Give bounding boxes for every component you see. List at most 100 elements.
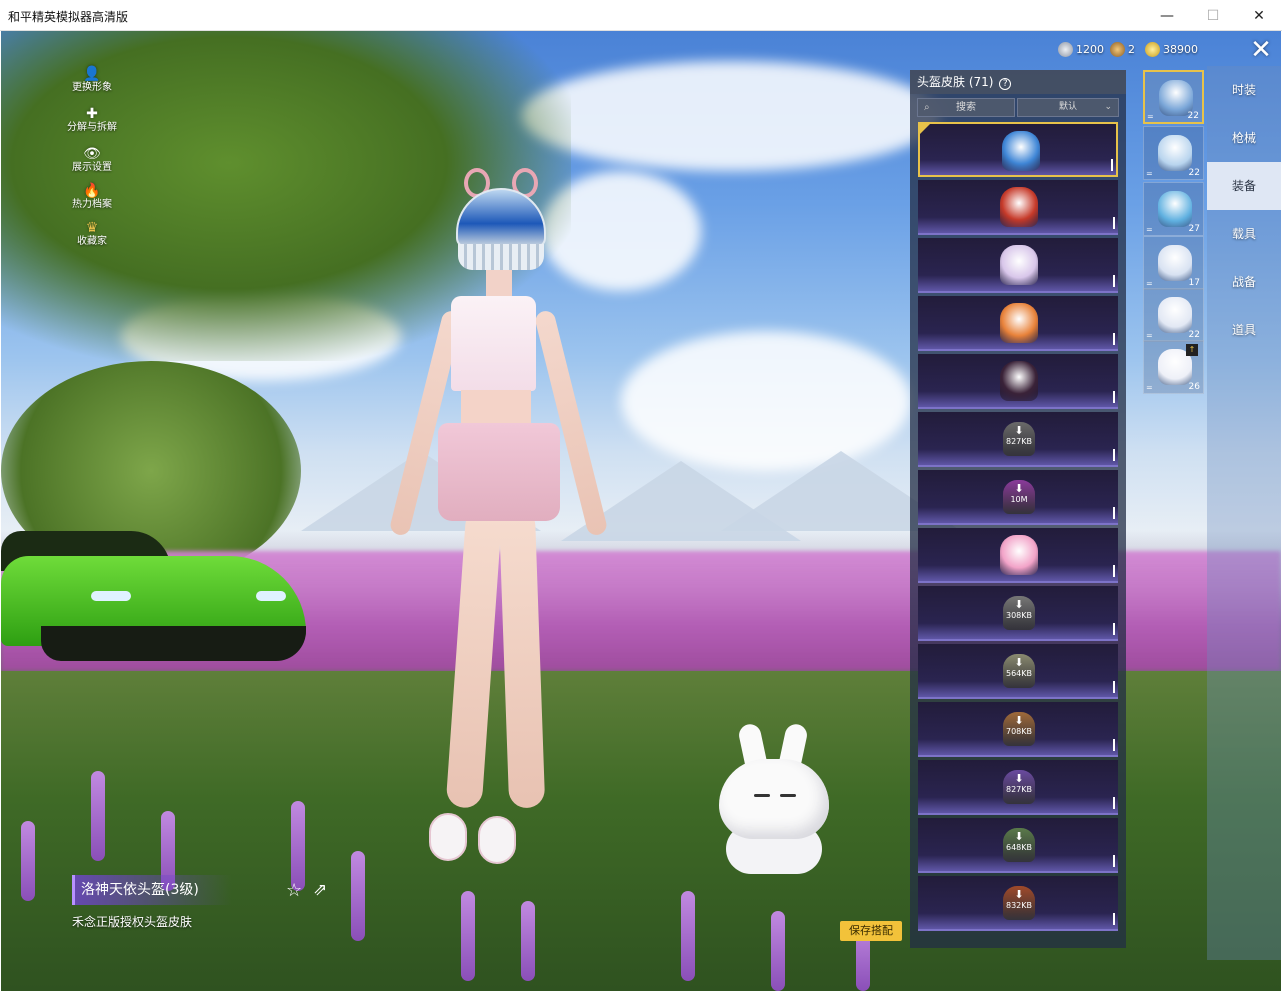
tab-category[interactable]: 载具	[1207, 210, 1281, 258]
equip-slot-bunny-pack-3[interactable]: = 26 ↑	[1143, 340, 1204, 394]
skin-card[interactable]: ⬇ 827KB	[918, 412, 1118, 467]
panel-header: 头盔皮肤 (71) ?	[910, 70, 1126, 94]
equip-count: 22	[1188, 330, 1200, 340]
side-item-label: 分解与拆解	[67, 122, 117, 133]
equip-count: 27	[1188, 224, 1200, 234]
skin-card[interactable]	[918, 238, 1118, 293]
lavender-flower	[21, 821, 35, 901]
gold-coin-icon	[1145, 41, 1160, 57]
equipped-marker-icon: =	[1146, 331, 1153, 340]
tab-category[interactable]: 装备	[1207, 162, 1281, 210]
search-input[interactable]: ⌕ 搜索	[917, 98, 1015, 117]
panel-title: 头盔皮肤 (71)	[917, 75, 994, 89]
card-scroll-marker	[1113, 565, 1115, 577]
item-description: 禾念正版授权头盔皮肤	[72, 915, 193, 929]
skin-card[interactable]: ⬇ 308KB	[918, 586, 1118, 641]
skin-card[interactable]: ⬇ 708KB	[918, 702, 1118, 757]
equip-slot-bunny-pack-2[interactable]: = 22	[1143, 288, 1204, 342]
side-item-decompose[interactable]: ✚ 分解与拆解	[60, 106, 124, 140]
skin-card[interactable]	[918, 180, 1118, 235]
bunny-pet[interactable]	[714, 722, 834, 874]
equip-slot-backpack[interactable]: = 22	[1143, 70, 1204, 124]
help-icon[interactable]: ?	[999, 78, 1012, 90]
equip-thumb	[1158, 135, 1192, 171]
download-icon: ⬇	[1014, 424, 1024, 437]
window-titlebar: 和平精英模拟器高清版 — ☐ ✕	[0, 0, 1282, 31]
helmet-skin-thumb	[1000, 361, 1038, 401]
tab-category[interactable]: 时装	[1207, 66, 1281, 114]
close-icon[interactable]: ✕	[1246, 36, 1276, 66]
currency-gold[interactable]: 38900	[1145, 40, 1198, 58]
silver-coin-icon	[1058, 41, 1073, 57]
side-item-collector[interactable]: ♛ 收藏家	[60, 220, 124, 254]
share-icon[interactable]: ⇗	[313, 880, 327, 900]
side-item-label: 更换形象	[72, 82, 112, 93]
card-scroll-marker	[1113, 391, 1115, 403]
currency-value: 2	[1128, 42, 1135, 56]
lavender-flower	[91, 771, 105, 861]
side-item-heat-archive[interactable]: 🔥 热力档案	[60, 183, 124, 217]
equip-slot-helmet[interactable]: = 27	[1143, 182, 1204, 236]
download-skin-thumb: ⬇ 648KB	[1003, 828, 1035, 862]
equip-count: 26	[1188, 382, 1200, 392]
equip-count: 17	[1188, 278, 1200, 288]
equipped-marker-icon: =	[1146, 383, 1153, 392]
download-skin-thumb: ⬇ 308KB	[1003, 596, 1035, 630]
currency-token[interactable]: 2	[1110, 40, 1135, 58]
card-scroll-marker	[1113, 333, 1115, 345]
sort-dropdown[interactable]: 默认 ⌄	[1017, 98, 1119, 117]
window-close-button[interactable]: ✕	[1236, 0, 1282, 31]
equip-slot-helmet-cap[interactable]: = 22	[1143, 126, 1204, 180]
equip-slot-bunny-pack[interactable]: = 17	[1143, 236, 1204, 290]
currency-silver[interactable]: 1200	[1058, 40, 1104, 58]
chevron-down-icon: ⌄	[1104, 102, 1112, 112]
skin-card[interactable]	[918, 354, 1118, 409]
category-tabs: 时装 枪械 装备 载具 战备 道具	[1207, 66, 1281, 960]
favorite-star-icon[interactable]: ☆	[286, 880, 302, 901]
skin-card[interactable]	[918, 296, 1118, 351]
side-item-change-look[interactable]: 👤 更换形象	[60, 66, 124, 100]
card-scroll-marker	[1113, 623, 1115, 635]
equip-thumb	[1158, 245, 1192, 281]
download-skin-thumb: ⬇ 832KB	[1003, 886, 1035, 920]
card-scroll-marker	[1111, 159, 1113, 171]
download-icon: ⬇	[1014, 482, 1024, 495]
skin-card[interactable]: ⬇ 832KB	[918, 876, 1118, 931]
person-icon: 👤	[83, 66, 101, 82]
skin-card[interactable]	[918, 122, 1118, 177]
skin-card[interactable]: ⬇ 564KB	[918, 644, 1118, 699]
download-size: 10M	[1010, 495, 1028, 504]
skin-card[interactable]: ⬇ 10M	[918, 470, 1118, 525]
download-icon: ⬇	[1014, 598, 1024, 611]
currency-value: 38900	[1163, 42, 1198, 56]
download-icon: ⬇	[1014, 656, 1024, 669]
crown-badge-icon: ♛	[85, 220, 99, 236]
maximize-button[interactable]: ☐	[1190, 0, 1236, 31]
save-outfit-button[interactable]: 保存搭配	[840, 921, 902, 941]
flame-icon: 🔥	[83, 183, 101, 199]
download-size: 708KB	[1005, 727, 1032, 736]
download-size: 308KB	[1005, 611, 1032, 620]
minimize-button[interactable]: —	[1144, 0, 1190, 31]
download-icon: ⬇	[1014, 772, 1024, 785]
side-item-label: 热力档案	[72, 199, 112, 210]
tab-category[interactable]: 枪械	[1207, 114, 1281, 162]
equipment-slots: = 22 = 22 = 27 = 17 = 22 = 26 ↑	[1140, 66, 1207, 396]
skin-card[interactable]: ⬇ 827KB	[918, 760, 1118, 815]
download-skin-thumb: ⬇ 10M	[1003, 480, 1035, 514]
tab-category[interactable]: 战备	[1207, 258, 1281, 306]
tab-category[interactable]: 道具	[1207, 306, 1281, 354]
player-character[interactable]	[356, 168, 636, 878]
helmet-skin-thumb	[1000, 535, 1038, 575]
character-helmet	[456, 168, 546, 273]
skin-card[interactable]: ⬇ 648KB	[918, 818, 1118, 873]
download-skin-thumb: ⬇ 827KB	[1003, 770, 1035, 804]
helmet-skin-thumb	[1000, 187, 1038, 227]
lavender-flower	[461, 891, 475, 981]
currency-value: 1200	[1076, 42, 1104, 56]
lavender-flower	[291, 801, 305, 891]
side-item-label: 收藏家	[77, 236, 107, 247]
helmet-skin-thumb	[1002, 131, 1040, 171]
side-item-display-settings[interactable]: 👁 展示设置	[60, 146, 124, 180]
skin-card[interactable]	[918, 528, 1118, 583]
